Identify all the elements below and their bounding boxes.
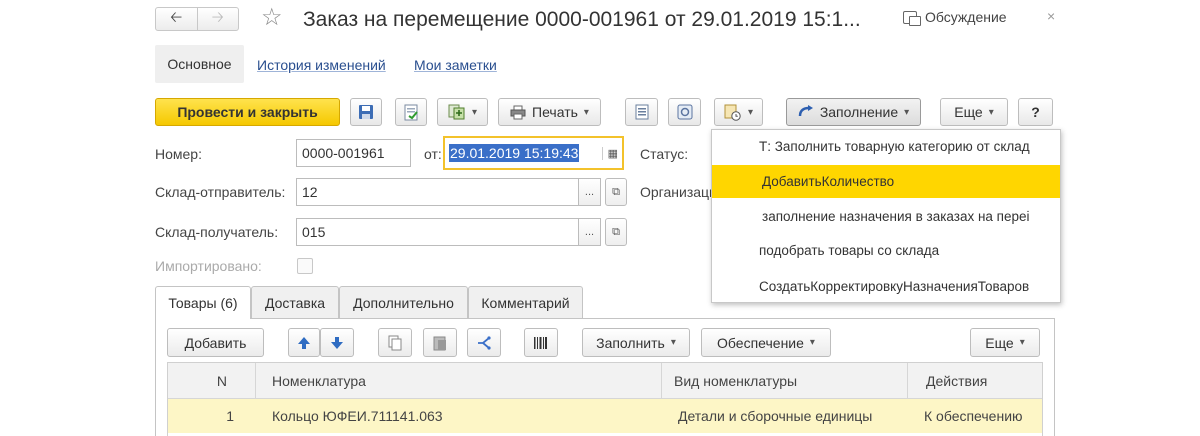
add-row-button[interactable]: Добавить	[167, 328, 264, 357]
tab-history[interactable]: История изменений	[257, 57, 386, 73]
arrow-right-icon[interactable]: 🡢	[196, 8, 239, 30]
arrow-down-icon	[331, 336, 343, 349]
table-more-button[interactable]: Еще	[970, 328, 1040, 357]
sender-select-button[interactable]: ...	[579, 178, 601, 206]
column-header-n[interactable]: N	[168, 363, 256, 398]
report-list-icon	[635, 104, 648, 120]
row-action: К обеспечению	[924, 408, 1023, 424]
row-item: Кольцо ЮФЕИ.711141.063	[272, 408, 443, 424]
column-header-item[interactable]: Номенклатура	[256, 363, 662, 398]
tab-comment[interactable]: Комментарий	[468, 286, 583, 318]
copy-row-button[interactable]	[378, 328, 412, 357]
barcode-icon	[534, 336, 547, 349]
move-down-button[interactable]	[320, 328, 354, 357]
date-field[interactable]: 29.01.2019 15:19:43 ▦	[443, 136, 624, 170]
discussion-label: Обсуждение	[925, 9, 1007, 25]
calendar-icon[interactable]: ▦	[601, 146, 618, 160]
menu-item-add-quantity[interactable]: ДобавитьКоличество	[712, 165, 1060, 198]
table-row[interactable]: 1 Кольцо ЮФЕИ.711141.063 Детали и сбороч…	[168, 399, 1042, 433]
imported-label: Импортировано:	[155, 258, 262, 274]
create-based-on-icon	[448, 104, 465, 120]
table-header: N Номенклатура Вид номенклатуры Действия	[168, 363, 1042, 399]
close-icon[interactable]: ×	[1047, 8, 1055, 24]
fill-menu-button[interactable]: Заполнение	[786, 98, 921, 126]
barcode-button[interactable]	[524, 328, 558, 357]
organization-label: Организаци	[640, 184, 717, 200]
imported-checkbox[interactable]	[297, 258, 313, 274]
fill-dropdown-menu: Т: Заполнить товарную категорию от склад…	[711, 129, 1061, 303]
column-header-action[interactable]: Действия	[908, 363, 1044, 398]
structure-icon	[677, 104, 692, 120]
split-icon	[478, 335, 491, 350]
print-label: Печать	[532, 104, 578, 120]
arrow-up-icon	[298, 336, 310, 349]
split-row-button[interactable]	[467, 328, 501, 357]
paste-icon	[433, 336, 446, 350]
print-button[interactable]: Печать	[498, 98, 601, 126]
status-label: Статус:	[640, 146, 689, 162]
related-docs-button[interactable]	[668, 98, 701, 126]
fill-arrow-icon	[798, 105, 813, 117]
menu-item-fill-assignment[interactable]: заполнение назначения в заказах на переі	[712, 200, 1060, 234]
printer-icon	[510, 105, 526, 119]
row-kind: Детали и сборочные единицы	[678, 408, 873, 424]
attachment-clock-icon	[724, 104, 741, 121]
paste-button[interactable]	[423, 328, 457, 357]
chat-icon	[903, 10, 921, 26]
tab-delivery[interactable]: Доставка	[251, 286, 339, 318]
receiver-open-icon[interactable]: ⧉	[605, 218, 627, 246]
receiver-warehouse-label: Склад-получатель:	[155, 224, 279, 240]
move-up-button[interactable]	[288, 328, 320, 357]
post-and-close-button[interactable]: Провести и закрыть	[155, 98, 340, 126]
window-title: Заказ на перемещение 0000-001961 от 29.0…	[303, 8, 861, 31]
receiver-warehouse-field[interactable]: 015	[296, 218, 579, 246]
sender-open-icon[interactable]: ⧉	[605, 178, 627, 206]
arrow-left-icon[interactable]: 🡠	[156, 8, 197, 30]
post-button[interactable]	[395, 98, 427, 126]
receiver-select-button[interactable]: ...	[579, 218, 601, 246]
navigation-buttons: 🡠 🡢	[155, 7, 239, 31]
create-based-on-button[interactable]	[437, 98, 488, 126]
row-number: 1	[226, 408, 234, 424]
fill-label: Заполнение	[819, 104, 899, 120]
menu-item-fill-category[interactable]: Т: Заполнить товарную категорию от склад	[712, 130, 1060, 164]
save-button[interactable]	[350, 98, 382, 126]
fill-table-button[interactable]: Заполнить	[582, 328, 690, 357]
date-value: 29.01.2019 15:19:43	[449, 144, 580, 162]
attachments-button[interactable]	[714, 98, 763, 126]
column-header-kind[interactable]: Вид номенклатуры	[662, 363, 908, 398]
supply-button[interactable]: Обеспечение	[701, 328, 831, 357]
goods-table: N Номенклатура Вид номенклатуры Действия…	[167, 362, 1043, 436]
number-label: Номер:	[155, 146, 202, 162]
tab-goods[interactable]: Товары (6)	[155, 286, 251, 319]
menu-item-pick-goods[interactable]: подобрать товары со склада	[712, 234, 1060, 268]
tab-main[interactable]: Основное	[155, 45, 244, 83]
tab-additional[interactable]: Дополнительно	[339, 286, 468, 318]
save-icon	[359, 105, 373, 119]
favorite-star-icon[interactable]: ☆	[261, 5, 283, 31]
report-button[interactable]	[625, 98, 658, 126]
more-button[interactable]: Еще	[940, 98, 1008, 126]
menu-item-create-correction[interactable]: СоздатьКорректировкуНазначенияТоваров	[712, 270, 1060, 302]
number-field[interactable]: 0000-001961	[296, 139, 411, 167]
sender-warehouse-field[interactable]: 12	[296, 178, 579, 206]
post-document-icon	[404, 104, 418, 120]
tab-notes[interactable]: Мои заметки	[414, 57, 497, 73]
copy-icon	[388, 335, 402, 350]
help-button[interactable]: ?	[1018, 98, 1053, 126]
sender-warehouse-label: Склад-отправитель:	[155, 184, 286, 200]
discussion-button[interactable]: Обсуждение	[903, 9, 1007, 26]
date-label: от:	[424, 146, 442, 162]
